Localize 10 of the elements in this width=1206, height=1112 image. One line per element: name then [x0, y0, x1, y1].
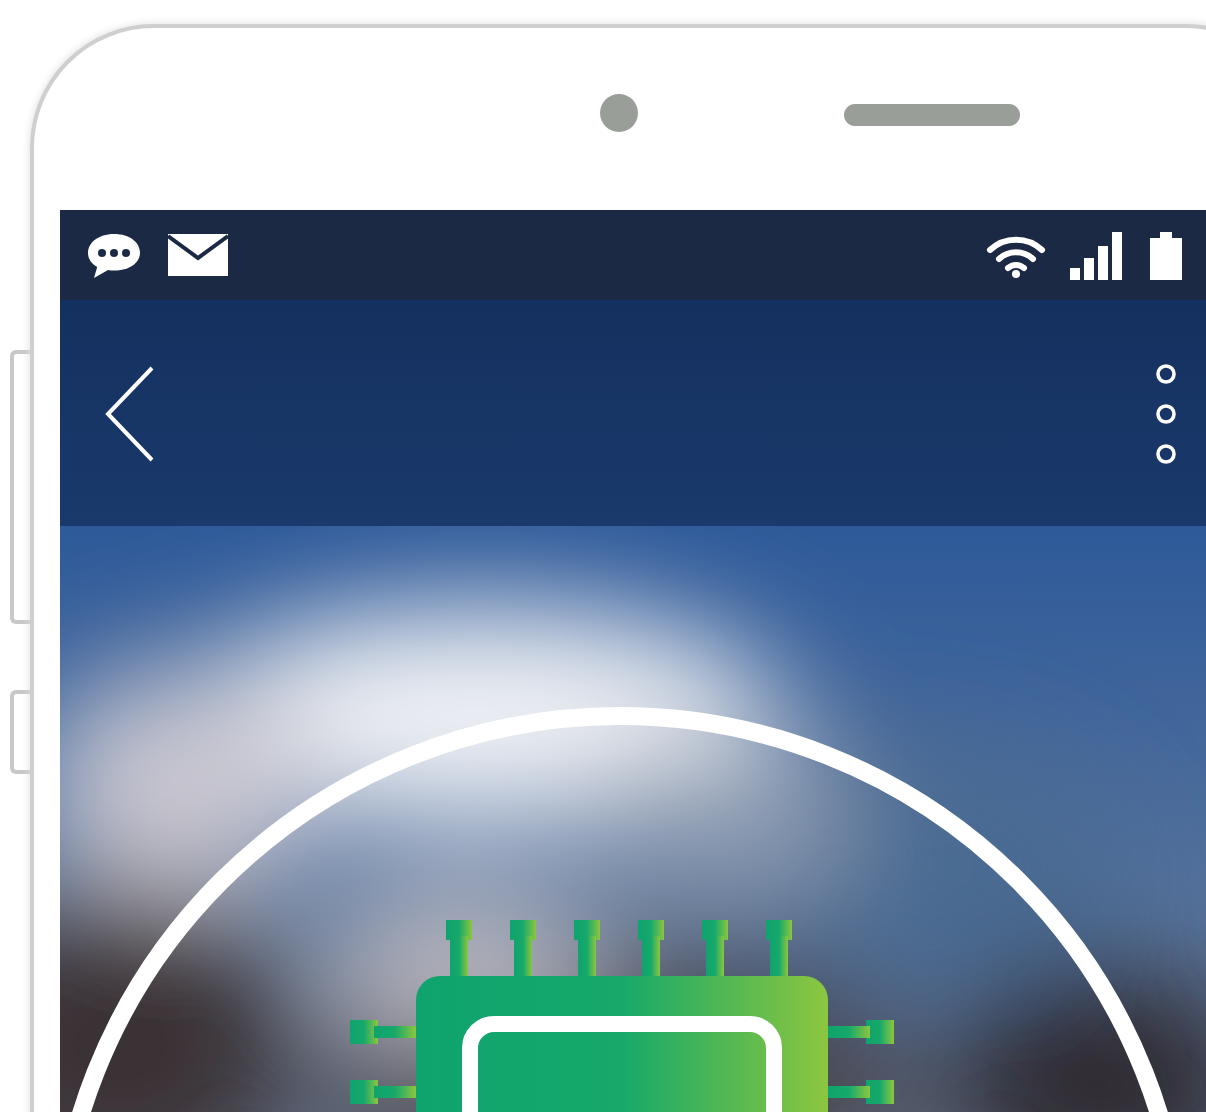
camera-icon — [600, 94, 638, 132]
mail-icon — [168, 234, 228, 276]
back-icon[interactable] — [104, 365, 156, 461]
menu-icon[interactable] — [1154, 361, 1178, 465]
chip-icon — [350, 920, 894, 1112]
wifi-icon — [986, 233, 1046, 277]
signal-icon — [1070, 231, 1126, 279]
battery-icon — [1150, 231, 1182, 279]
speaker-icon — [844, 104, 1020, 126]
chat-icon — [84, 229, 144, 281]
